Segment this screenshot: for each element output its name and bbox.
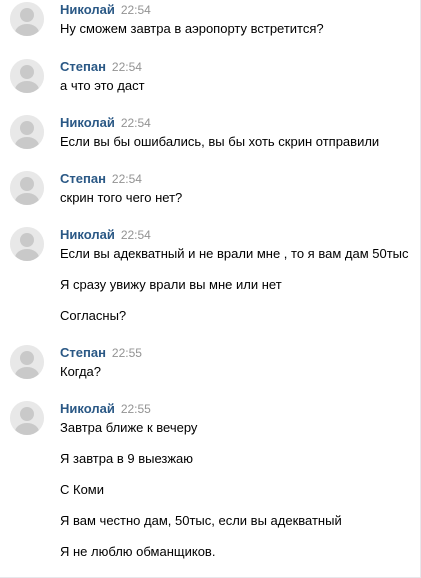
- avatar[interactable]: [10, 401, 44, 435]
- avatar[interactable]: [10, 345, 44, 379]
- author-name[interactable]: Николай: [60, 401, 115, 416]
- message-header: Николай 22:55: [60, 401, 151, 417]
- author-name[interactable]: Николай: [60, 2, 115, 17]
- message-text: Согласны?: [60, 308, 127, 323]
- message-time[interactable]: 22:54: [121, 116, 151, 130]
- avatar[interactable]: [10, 59, 44, 93]
- author-name[interactable]: Степан: [60, 59, 106, 74]
- message-time[interactable]: 22:54: [121, 228, 151, 242]
- avatar[interactable]: [10, 171, 44, 205]
- message-header: Николай 22:54: [60, 2, 151, 18]
- message-time[interactable]: 22:54: [112, 60, 142, 74]
- message-text: Я сразу увижу врали вы мне или нет: [60, 277, 282, 292]
- message-text: Когда?: [60, 364, 102, 379]
- message-text: С Коми: [60, 482, 105, 497]
- author-name[interactable]: Николай: [60, 227, 115, 242]
- message-text: Если вы адекватный и не врали мне , то я…: [60, 246, 409, 261]
- author-name[interactable]: Степан: [60, 171, 106, 186]
- chat-history: Николай 22:54 Ну сможем завтра в аэропорт…: [0, 0, 421, 578]
- author-name[interactable]: Николай: [60, 115, 115, 130]
- message-header: Николай 22:54: [60, 115, 151, 131]
- message-header: Степан 22:54: [60, 171, 142, 187]
- message-text: Завтра ближе к вечеру: [60, 420, 198, 435]
- message-header: Николай 22:54: [60, 227, 151, 243]
- message-text: скрин того чего нет?: [60, 190, 183, 205]
- user-avatar-icon: [10, 227, 44, 261]
- author-name[interactable]: Степан: [60, 345, 106, 360]
- message-time[interactable]: 22:55: [112, 346, 142, 360]
- user-avatar-icon: [10, 401, 44, 435]
- message-header: Степан 22:54: [60, 59, 142, 75]
- message-text: Я завтра в 9 выезжаю: [60, 451, 194, 466]
- message-text: а что это даст: [60, 78, 145, 93]
- avatar[interactable]: [10, 115, 44, 149]
- user-avatar-icon: [10, 171, 44, 205]
- user-avatar-icon: [10, 59, 44, 93]
- message-time[interactable]: 22:54: [112, 172, 142, 186]
- message-text: Если вы бы ошибались, вы бы хоть скрин о…: [60, 134, 380, 149]
- user-avatar-icon: [10, 2, 44, 36]
- message-text: Ну сможем завтра в аэропорту встретится?: [60, 21, 324, 36]
- message-header: Степан 22:55: [60, 345, 142, 361]
- user-avatar-icon: [10, 115, 44, 149]
- message-time[interactable]: 22:55: [121, 402, 151, 416]
- avatar[interactable]: [10, 227, 44, 261]
- message-text: Я вам честно дам, 50тыс, если вы адекват…: [60, 513, 342, 528]
- message-time[interactable]: 22:54: [121, 3, 151, 17]
- user-avatar-icon: [10, 345, 44, 379]
- avatar[interactable]: [10, 2, 44, 36]
- message-text: Я не люблю обманщиков.: [60, 544, 216, 559]
